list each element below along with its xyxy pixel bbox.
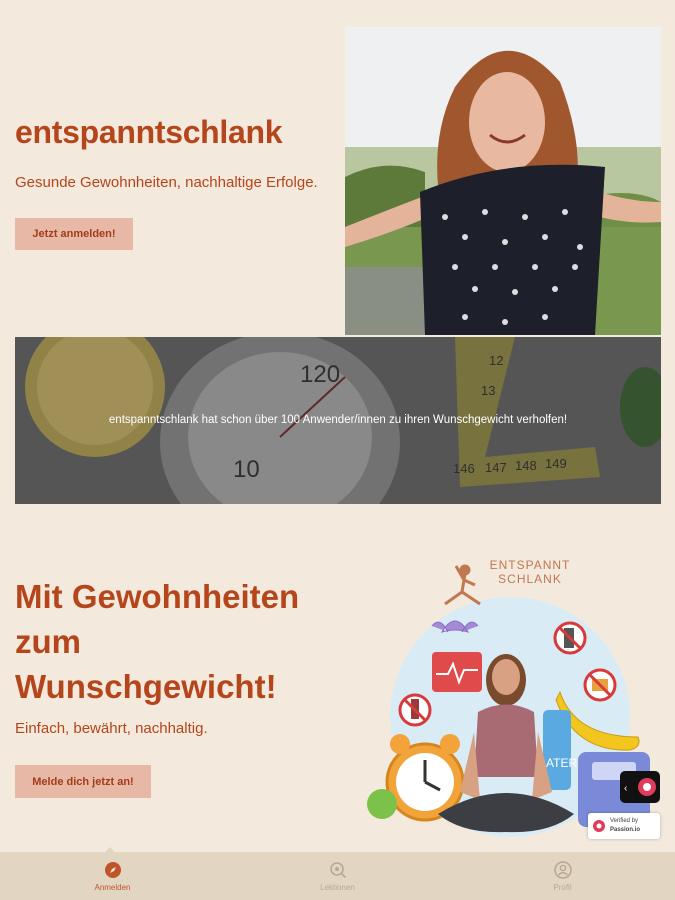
banner-text: entspanntschlank hat schon über 100 Anwe… (108, 414, 568, 426)
verified-badge[interactable]: Verified by Passion.io (588, 813, 660, 839)
brand-logo: ENTSPANNT SCHLANK (480, 558, 580, 586)
verified-label: Verified by (610, 818, 639, 824)
register-button[interactable]: Melde dich jetzt an! (15, 765, 151, 798)
brand-line: SCHLANK (498, 572, 562, 586)
apple-icon (367, 789, 397, 819)
svg-text:ATER: ATER (546, 756, 577, 770)
section-title: Mit Gewohnheiten zum Wunschgewicht! (15, 574, 299, 709)
section-title-line: zum (15, 623, 81, 660)
testimonial-banner: 120 10 146 147 148 149 13 12 entspanntsc… (15, 337, 661, 504)
yoga-figure-icon (444, 564, 481, 606)
user-icon (553, 860, 572, 879)
nav-item-profil[interactable]: Profil (450, 852, 675, 900)
search-lesson-icon (329, 861, 346, 878)
meditation-illustration: ATER (360, 552, 660, 842)
nav-item-anmelden[interactable]: Anmelden (0, 852, 225, 900)
hero-subtitle: Gesunde Gewohnheiten, nachhaltige Erfolg… (15, 174, 318, 191)
no-drink-icon (553, 621, 587, 655)
nav-label: Lektionen (320, 882, 355, 892)
passion-logo-icon (593, 820, 605, 832)
nav-label: Anmelden (94, 882, 131, 892)
compass-icon (104, 861, 121, 878)
section-title-line: Mit Gewohnheiten (15, 578, 300, 615)
section-title-line: Wunschgewicht! (15, 668, 277, 705)
signup-button[interactable]: Jetzt anmelden! (15, 218, 133, 250)
app-widget[interactable]: ‹ (620, 771, 660, 803)
page-title: entspanntschlank (15, 114, 283, 150)
svg-text:‹: ‹ (624, 783, 627, 794)
nav-item-lektionen[interactable]: Lektionen (225, 852, 450, 900)
section-subtitle: Einfach, bewährt, nachhaltig. (15, 720, 208, 737)
hero-photo (345, 27, 661, 335)
brand-line: ENTSPANNT (489, 558, 571, 572)
bottom-nav: Anmelden Lektionen Profil (0, 852, 675, 900)
nav-label: Profil (553, 882, 572, 892)
no-fastfood-icon (583, 668, 617, 702)
no-soda-icon (398, 693, 432, 727)
verified-provider: Passion.io (610, 827, 641, 833)
